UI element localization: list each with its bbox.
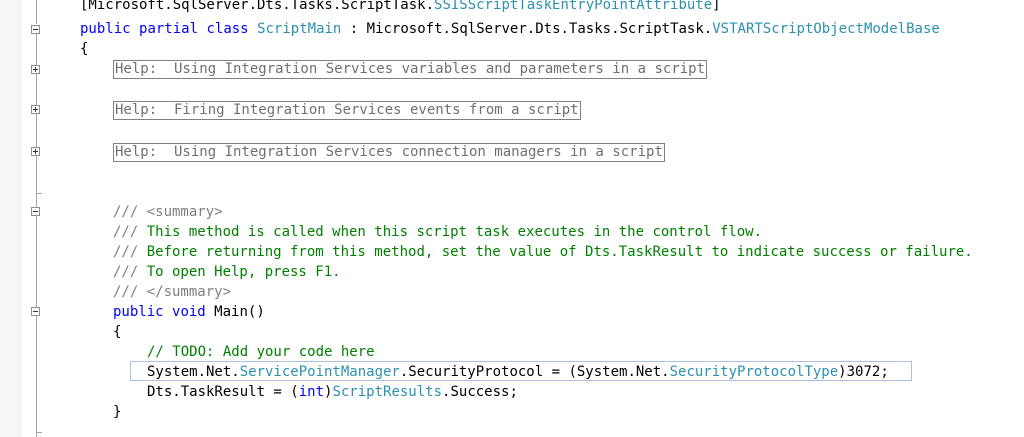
doc-tag: <summary> — [146, 204, 223, 220]
doc-text: This method is called when this script t… — [146, 224, 763, 240]
code-text: .SecurityProtocol = (System.Net. — [399, 364, 670, 380]
outline-guide — [36, 33, 37, 437]
keyword: partial — [139, 21, 199, 37]
doc-text: To open Help, press F1. — [146, 264, 341, 280]
collapsed-region-help-variables[interactable]: Help: Using Integration Services variabl… — [113, 60, 708, 79]
doc-prefix: /// — [113, 264, 147, 280]
code-line-todo-comment[interactable]: // TODO: Add your code here — [147, 342, 375, 362]
code-line-doc-summary-close[interactable]: /// </summary> — [113, 282, 231, 302]
code-line-attribute[interactable]: [Microsoft.SqlServer.Dts.Tasks.ScriptTas… — [80, 0, 721, 15]
code-line-doc-text[interactable]: /// This method is called when this scri… — [113, 222, 762, 242]
collapse-doc-comment-icon[interactable] — [31, 207, 40, 216]
code-line-task-result[interactable]: Dts.TaskResult = (int)ScriptResults.Succ… — [147, 382, 518, 402]
doc-text: Before returning from this method, set t… — [146, 244, 973, 260]
code-text: Dts.TaskResult = ( — [147, 384, 299, 400]
code-text: [Microsoft.SqlServer.Dts.Tasks.ScriptTas… — [80, 0, 435, 13]
collapse-class-icon[interactable] — [31, 25, 40, 34]
code-line-help-region[interactable]: Help: Using Integration Services connect… — [113, 142, 665, 162]
doc-prefix: /// — [113, 244, 147, 260]
code-text: .Success; — [442, 384, 518, 400]
code-text: )3072; — [838, 364, 889, 380]
keyword: public — [113, 304, 164, 320]
collapsed-region-help-connections[interactable]: Help: Using Integration Services connect… — [113, 143, 665, 162]
doc-prefix: /// — [113, 204, 147, 220]
outline-guide-tick — [36, 193, 42, 194]
code-line-method-brace-open[interactable]: { — [113, 322, 121, 342]
method-name: Main() — [214, 304, 265, 320]
doc-prefix: /// — [113, 284, 147, 300]
type-name: ScriptResults — [332, 384, 443, 400]
code-line-method-signature[interactable]: public void Main() — [113, 302, 265, 322]
code-text: : Microsoft.SqlServer.Dts.Tasks.ScriptTa… — [341, 21, 713, 37]
keyword: public — [80, 21, 131, 37]
code-line-doc-text[interactable]: /// Before returning from this method, s… — [113, 242, 973, 262]
expand-region-icon[interactable] — [31, 65, 40, 74]
type-name: VSTARTScriptObjectModelBase — [712, 21, 940, 37]
code-line-doc-text[interactable]: /// To open Help, press F1. — [113, 262, 341, 282]
type-name: ServicePointManager — [239, 364, 400, 380]
expand-region-icon[interactable] — [31, 105, 40, 114]
code-line-class-declaration[interactable]: public partial class ScriptMain : Micros… — [80, 19, 940, 39]
keyword: void — [172, 304, 206, 320]
code-line-doc-summary-open[interactable]: /// <summary> — [113, 202, 223, 222]
editor-left-margin — [0, 0, 22, 437]
class-name: ScriptMain — [257, 21, 342, 37]
code-line-brace-open[interactable]: { — [80, 39, 88, 59]
type-name: SSISScriptTaskEntryPointAttribute — [434, 0, 713, 13]
code-line-help-region[interactable]: Help: Firing Integration Services events… — [113, 100, 581, 120]
code-text: ] — [712, 0, 721, 13]
code-line-help-region[interactable]: Help: Using Integration Services variabl… — [113, 59, 708, 79]
outline-guide — [36, 0, 37, 24]
doc-prefix: /// — [113, 224, 147, 240]
collapse-method-icon[interactable] — [31, 307, 40, 316]
type-name: SecurityProtocolType — [669, 364, 839, 380]
keyword: int — [298, 384, 325, 400]
code-text: System.Net. — [147, 364, 240, 380]
expand-region-icon[interactable] — [31, 147, 40, 156]
comment-text: // TODO: Add your code here — [147, 344, 375, 360]
code-editor[interactable]: [Microsoft.SqlServer.Dts.Tasks.ScriptTas… — [0, 0, 1024, 437]
keyword: class — [206, 21, 249, 37]
outline-guide-tick — [36, 432, 42, 433]
collapsed-region-help-events[interactable]: Help: Firing Integration Services events… — [113, 101, 581, 120]
doc-tag: </summary> — [146, 284, 232, 300]
code-line-security-protocol[interactable]: System.Net.ServicePointManager.SecurityP… — [147, 362, 889, 382]
code-line-method-brace-close[interactable]: } — [113, 402, 121, 422]
